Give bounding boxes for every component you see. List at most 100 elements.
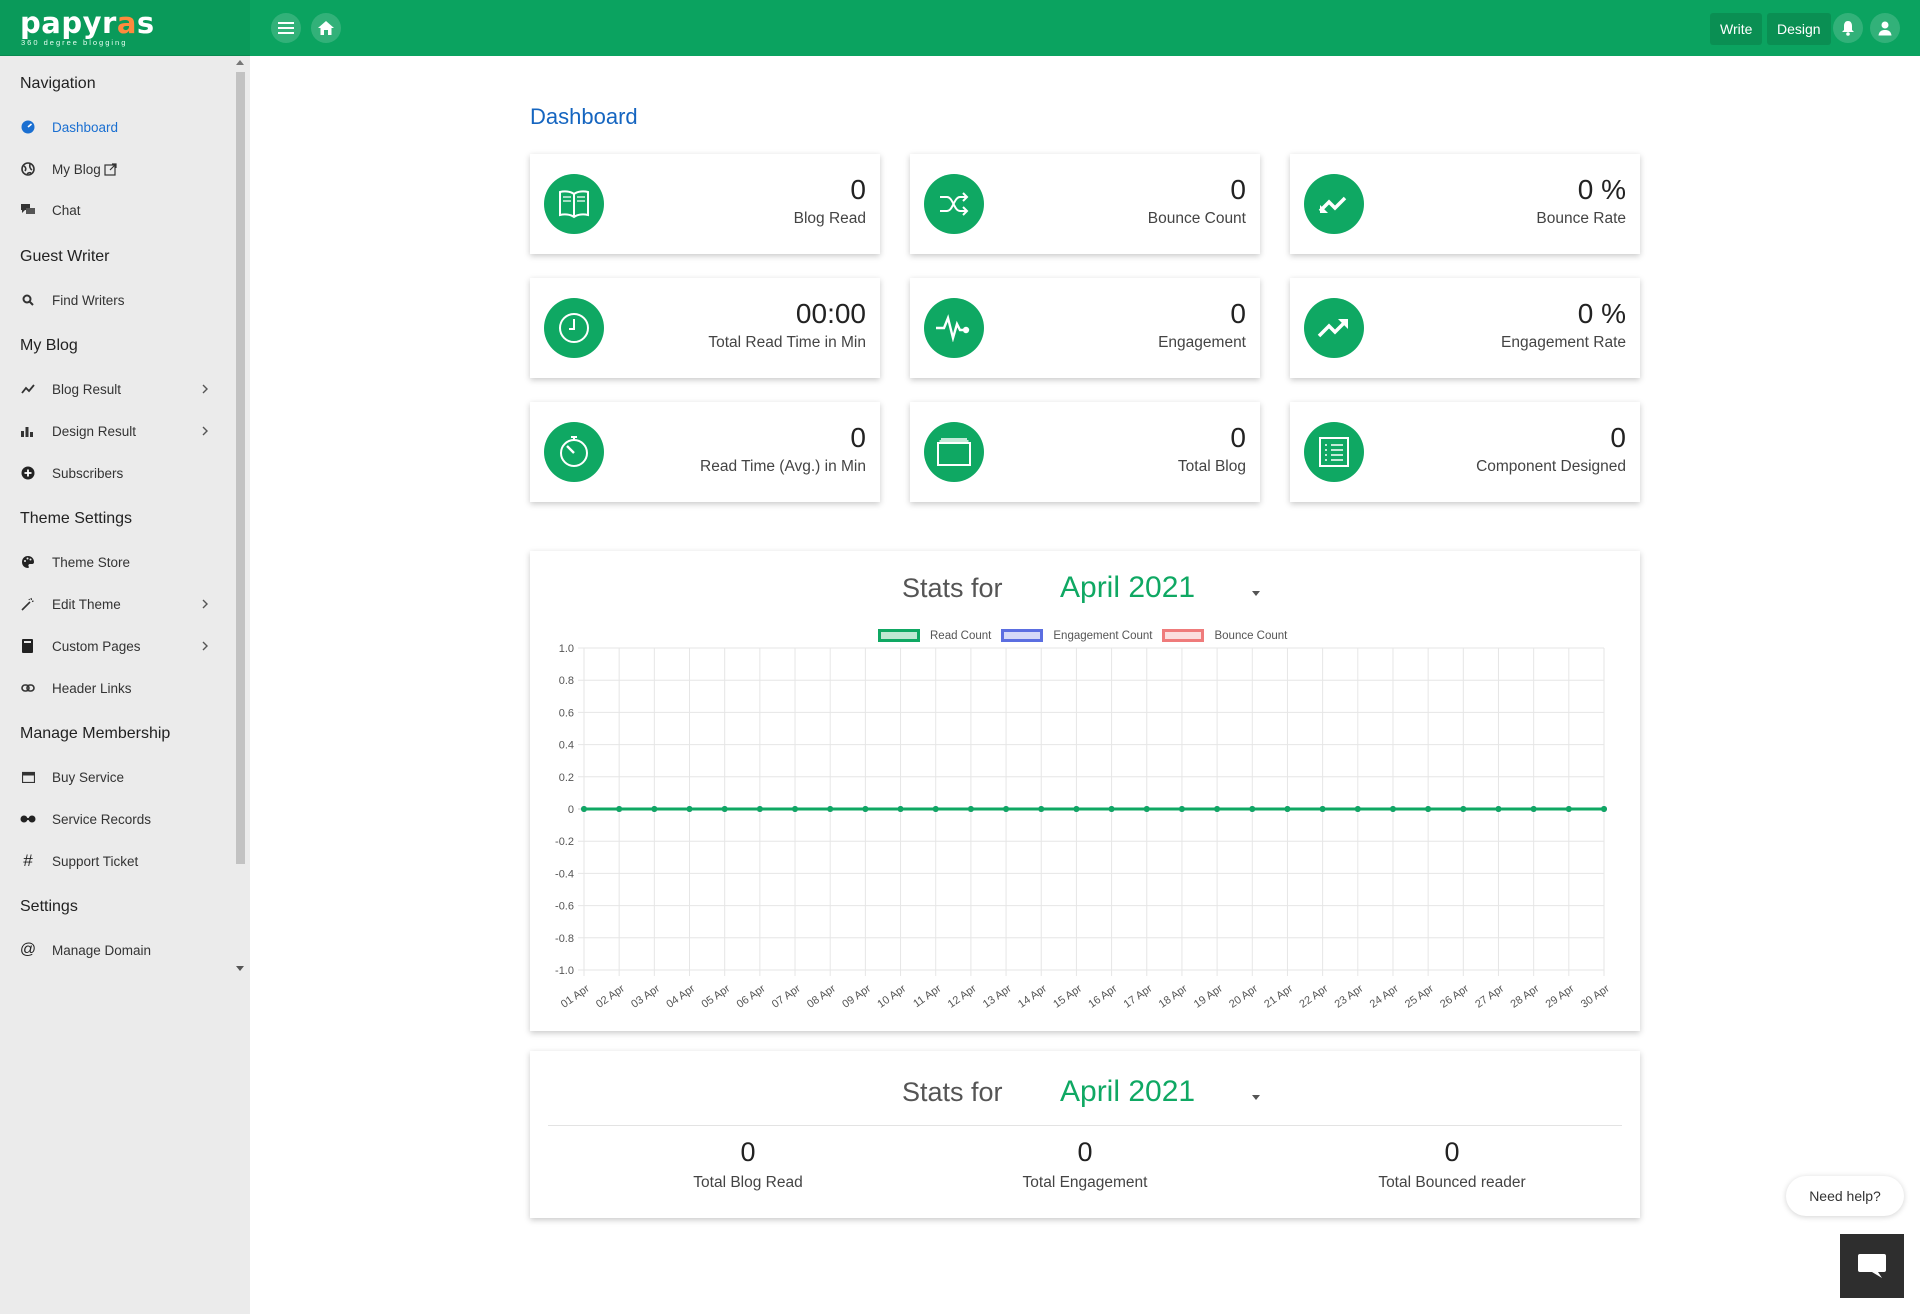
x-tick-label: 10 Apr: [875, 982, 908, 1010]
y-tick-label: -0.6: [555, 901, 574, 913]
book-icon: [18, 638, 38, 654]
brand-tagline: 360 degree blogging: [21, 38, 128, 47]
y-tick-label: 0.6: [559, 707, 574, 719]
x-tick-label: 03 Apr: [629, 982, 662, 1010]
sidebar-item-edit-theme[interactable]: Edit Theme: [18, 592, 213, 616]
stat-value: 0: [850, 174, 866, 205]
brand-logo: papyras: [20, 6, 155, 40]
sidebar-item-blog-result[interactable]: Blog Result: [18, 377, 213, 401]
sidebar-item-dashboard[interactable]: Dashboard: [18, 115, 213, 139]
brand[interactable]: papyras 360 degree blogging: [0, 0, 250, 56]
scrollbar-thumb[interactable]: [236, 72, 245, 864]
external-link-icon: [104, 162, 117, 176]
chevron-down-icon[interactable]: [1252, 1095, 1260, 1100]
x-tick-label: 18 Apr: [1157, 982, 1190, 1010]
data-point: [862, 806, 869, 812]
scroll-up-icon[interactable]: [236, 60, 244, 65]
home-button[interactable]: [311, 13, 341, 43]
chevron-right-icon: [202, 384, 208, 394]
stat-label: Engagement: [1158, 334, 1246, 351]
data-point: [1178, 806, 1185, 812]
menu-toggle-button[interactable]: [271, 13, 301, 43]
sidebar-item-header-links[interactable]: Header Links: [18, 676, 213, 700]
sidebar-item-label: Support Ticket: [52, 853, 139, 869]
data-point: [616, 806, 623, 812]
sidebar-item-label: Subscribers: [52, 465, 124, 481]
write-button[interactable]: Write: [1710, 13, 1763, 45]
data-point: [897, 806, 904, 812]
data-point: [792, 806, 799, 812]
need-help-bubble[interactable]: Need help?: [1786, 1176, 1904, 1216]
sidebar-item-subscribers[interactable]: Subscribers: [18, 461, 213, 485]
chevron-right-icon: [202, 426, 208, 436]
plus-circle-icon: [18, 465, 38, 481]
x-tick-label: 24 Apr: [1368, 982, 1401, 1010]
design-button[interactable]: Design: [1767, 13, 1831, 45]
scroll-down-icon[interactable]: [236, 966, 244, 971]
profile-button[interactable]: [1870, 13, 1900, 43]
stat-value: 0: [850, 422, 866, 453]
hamburger-icon: [278, 22, 294, 34]
stat-label: Bounce Rate: [1536, 210, 1626, 227]
sidebar-item-chat[interactable]: Chat: [18, 198, 213, 222]
list-icon: [1304, 422, 1364, 482]
y-tick-label: -1.0: [555, 965, 574, 977]
palette-icon: [18, 554, 38, 570]
x-tick-label: 23 Apr: [1333, 982, 1366, 1010]
data-point: [1460, 806, 1467, 812]
stat-value: 0: [1230, 298, 1246, 329]
sidebar-item-label: Buy Service: [52, 769, 125, 785]
stat-value: 0 %: [1577, 298, 1626, 329]
stat-label: Bounce Count: [1147, 210, 1246, 227]
data-point: [1425, 806, 1432, 812]
stat-card-engagement-rate: 0 % Engagement Rate: [1290, 278, 1640, 378]
trend-icon: [18, 381, 38, 397]
section-my-blog: My Blog: [20, 337, 78, 354]
data-point: [581, 806, 587, 812]
section-navigation: Navigation: [20, 75, 96, 92]
sidebar-item-label: Find Writers: [52, 292, 125, 308]
summary-total-engagement: 0 Total Engagement: [935, 1137, 1235, 1192]
trend-up-icon: [1304, 298, 1364, 358]
data-point: [1038, 806, 1045, 812]
open-book-icon: [544, 174, 604, 234]
sidebar-item-manage-domain[interactable]: @ Manage Domain: [18, 938, 213, 962]
x-tick-label: 21 Apr: [1262, 982, 1295, 1010]
data-point: [932, 806, 939, 812]
chevron-right-icon: [202, 599, 208, 609]
data-point: [1601, 806, 1607, 812]
chat-icon: [18, 202, 38, 218]
section-manage-membership: Manage Membership: [20, 725, 171, 742]
bar-chart-icon: [18, 423, 38, 439]
y-tick-label: 0.4: [559, 740, 574, 752]
stat-card-bounce-rate: 0 % Bounce Rate: [1290, 154, 1640, 254]
chat-launcher-button[interactable]: [1840, 1234, 1904, 1298]
data-point: [756, 806, 763, 812]
sidebar-item-service-records[interactable]: Service Records: [18, 807, 213, 831]
summary-month-select[interactable]: April 2021: [1060, 1075, 1195, 1109]
sidebar-item-label: Manage Domain: [52, 942, 152, 958]
x-tick-label: 22 Apr: [1297, 982, 1330, 1010]
magic-wand-icon: [18, 596, 38, 612]
section-theme-settings: Theme Settings: [20, 510, 133, 527]
pulse-icon: [924, 298, 984, 358]
sidebar-item-custom-pages[interactable]: Custom Pages: [18, 634, 213, 658]
sidebar-item-find-writers[interactable]: Find Writers: [18, 288, 213, 312]
x-tick-label: 09 Apr: [840, 982, 873, 1010]
sidebar-item-buy-service[interactable]: Buy Service: [18, 765, 213, 789]
clock-icon: [544, 298, 604, 358]
data-point: [1389, 806, 1396, 812]
sidebar-item-my-blog[interactable]: My Blog: [18, 157, 213, 181]
calendar-icon: [18, 769, 38, 785]
sidebar-item-support-ticket[interactable]: # Support Ticket: [18, 849, 213, 873]
x-tick-label: 17 Apr: [1122, 982, 1155, 1010]
sidebar-item-theme-store[interactable]: Theme Store: [18, 550, 213, 574]
data-point: [721, 806, 728, 812]
stat-label: Blog Read: [793, 210, 866, 227]
notifications-button[interactable]: [1833, 13, 1863, 43]
chart-panel: Stats for April 2021 Read Count Engageme…: [530, 551, 1640, 1031]
sidebar-item-design-result[interactable]: Design Result: [18, 419, 213, 443]
data-point: [1284, 806, 1291, 812]
stat-label: Component Designed: [1476, 458, 1626, 475]
sidebar-scrollbar[interactable]: [232, 58, 248, 980]
